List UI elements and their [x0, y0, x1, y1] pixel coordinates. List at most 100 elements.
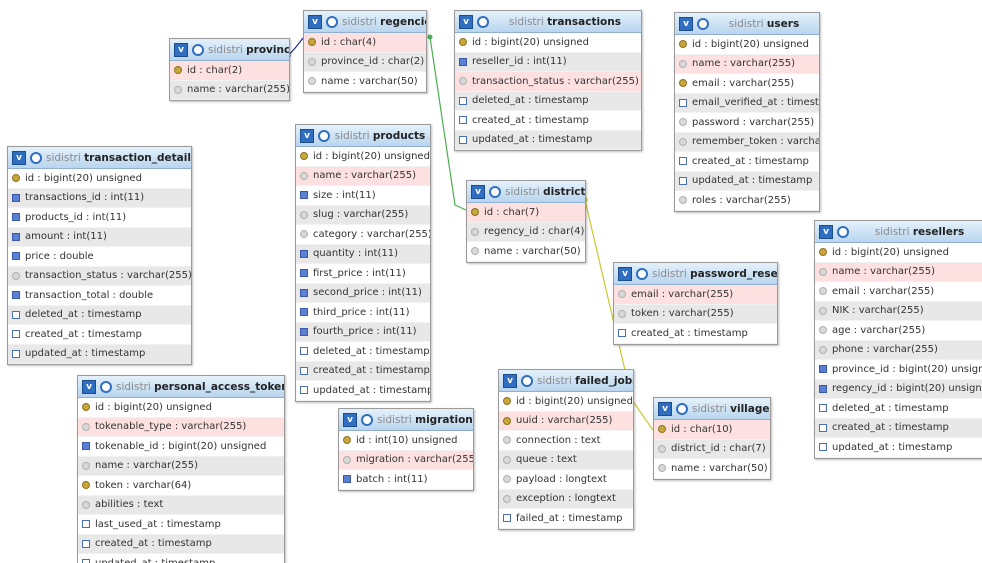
- table-header[interactable]: v sidistri failed_jobs: [499, 370, 633, 392]
- collapse-toggle-icon[interactable]: v: [343, 412, 357, 427]
- table-header[interactable]: v sidistri password_resets: [614, 263, 777, 285]
- table-regencies[interactable]: vsidistri regenciesid : char(4)province_…: [303, 10, 427, 93]
- table-resellers[interactable]: v sidistri resellers id : bigint(20) unsig…: [814, 220, 982, 459]
- field-row[interactable]: payload : longtext: [499, 470, 633, 490]
- field-row[interactable]: name : varchar(50): [467, 242, 585, 262]
- field-row[interactable]: queue : text: [499, 450, 633, 470]
- field-row[interactable]: slug : varchar(255): [296, 205, 430, 225]
- table-options-icon[interactable]: [489, 185, 501, 198]
- table-transactions[interactable]: v sidistri transactions id : bigint(20) un…: [454, 10, 642, 151]
- field-row[interactable]: size : int(11): [296, 186, 430, 206]
- table-header[interactable]: v sidistri provinces: [170, 39, 289, 61]
- field-row[interactable]: id : char(7): [467, 203, 585, 223]
- field-row[interactable]: id : bigint(20) unsigned: [675, 35, 819, 55]
- table-transaction_details[interactable]: v sidistri transaction_details id : bigint…: [7, 146, 192, 365]
- field-row[interactable]: migration : varchar(255): [339, 450, 473, 470]
- field-row[interactable]: transactions_id : int(11): [8, 188, 191, 208]
- field-row[interactable]: province_id : bigint(20) unsigne: [815, 360, 982, 380]
- field-row[interactable]: regency_id : char(4): [467, 222, 585, 242]
- field-row[interactable]: id : bigint(20) unsigned: [815, 243, 982, 263]
- field-row[interactable]: category : varchar(255): [296, 225, 430, 245]
- table-header[interactable]: v sidistri migrations: [339, 409, 473, 431]
- field-row[interactable]: name : varchar(255): [170, 80, 289, 100]
- field-row[interactable]: uuid : varchar(255): [499, 411, 633, 431]
- collapse-toggle-icon[interactable]: v: [300, 128, 314, 143]
- field-row[interactable]: id : bigint(20) unsigned: [8, 169, 191, 189]
- collapse-toggle-icon[interactable]: v: [174, 42, 188, 57]
- field-row[interactable]: fourth_price : int(11): [296, 322, 430, 342]
- field-row[interactable]: id : char(4): [304, 33, 426, 53]
- collapse-toggle-icon[interactable]: v: [679, 16, 693, 31]
- field-row[interactable]: token : varchar(64): [78, 476, 284, 496]
- field-row[interactable]: id : bigint(20) unsigned: [455, 33, 641, 53]
- collapse-toggle-icon[interactable]: v: [308, 14, 322, 29]
- table-password_resets[interactable]: v sidistri password_resetsemail : varchar…: [613, 262, 778, 345]
- field-row[interactable]: created_at : timestamp: [815, 418, 982, 438]
- field-row[interactable]: products_id : int(11): [8, 208, 191, 228]
- field-row[interactable]: id : bigint(20) unsigned: [499, 392, 633, 412]
- field-row[interactable]: created_at : timestamp: [78, 534, 284, 554]
- field-row[interactable]: deleted_at : timestamp: [815, 399, 982, 419]
- table-options-icon[interactable]: [477, 15, 489, 28]
- field-row[interactable]: id : char(10): [654, 420, 770, 440]
- collapse-toggle-icon[interactable]: v: [471, 184, 485, 199]
- table-options-icon[interactable]: [361, 413, 373, 426]
- field-row[interactable]: deleted_at : timestamp: [455, 91, 641, 111]
- field-row[interactable]: email_verified_at : timestamp: [675, 93, 819, 113]
- collapse-toggle-icon[interactable]: v: [503, 373, 517, 388]
- field-row[interactable]: transaction_status : varchar(255): [455, 72, 641, 92]
- table-options-icon[interactable]: [30, 151, 42, 164]
- field-row[interactable]: updated_at : timestamp: [455, 130, 641, 150]
- table-header[interactable]: v sidistri resellers: [815, 221, 982, 243]
- field-row[interactable]: regency_id : bigint(20) unsigned: [815, 379, 982, 399]
- field-row[interactable]: created_at : timestamp: [614, 324, 777, 344]
- field-row[interactable]: name : varchar(255): [296, 166, 430, 186]
- field-row[interactable]: connection : text: [499, 431, 633, 451]
- table-header[interactable]: v sidistri products: [296, 125, 430, 147]
- field-row[interactable]: third_price : int(11): [296, 303, 430, 323]
- table-header[interactable]: v sidistri transaction_details: [8, 147, 191, 169]
- collapse-toggle-icon[interactable]: v: [459, 14, 473, 29]
- field-row[interactable]: email : varchar(255): [614, 285, 777, 305]
- field-row[interactable]: name : varchar(255): [675, 54, 819, 74]
- field-row[interactable]: created_at : timestamp: [8, 325, 191, 345]
- table-options-icon[interactable]: [697, 17, 709, 30]
- table-options-icon[interactable]: [192, 43, 204, 56]
- field-row[interactable]: province_id : char(2): [304, 52, 426, 72]
- field-row[interactable]: updated_at : timestamp: [8, 344, 191, 364]
- table-users[interactable]: v sidistri users id : bigint(20) unsigned n…: [674, 12, 820, 212]
- field-row[interactable]: name : varchar(255): [78, 456, 284, 476]
- field-row[interactable]: age : varchar(255): [815, 321, 982, 341]
- table-villages[interactable]: v sidistri villages id : char(10) district_…: [653, 397, 771, 480]
- table-products[interactable]: v sidistri products id : bigint(20) unsign…: [295, 124, 431, 402]
- field-row[interactable]: created_at : timestamp: [675, 152, 819, 172]
- field-row[interactable]: name : varchar(50): [304, 72, 426, 92]
- field-row[interactable]: NIK : varchar(255): [815, 301, 982, 321]
- table-options-icon[interactable]: [100, 380, 112, 393]
- table-header[interactable]: v sidistri regencies: [304, 11, 426, 33]
- schema-designer-canvas[interactable]: vsidistri provincesid : char(2)name : va…: [0, 0, 982, 563]
- table-options-icon[interactable]: [326, 15, 338, 28]
- collapse-toggle-icon[interactable]: v: [819, 224, 833, 239]
- field-row[interactable]: exception : longtext: [499, 489, 633, 509]
- table-header[interactable]: v sidistri transactions: [455, 11, 641, 33]
- field-row[interactable]: first_price : int(11): [296, 264, 430, 284]
- field-row[interactable]: quantity : int(11): [296, 244, 430, 264]
- field-row[interactable]: remember_token : varchar(100): [675, 132, 819, 152]
- table-header[interactable]: v sidistri users: [675, 13, 819, 35]
- table-options-icon[interactable]: [837, 225, 849, 238]
- field-row[interactable]: password : varchar(255): [675, 113, 819, 133]
- field-row[interactable]: amount : int(11): [8, 227, 191, 247]
- table-options-icon[interactable]: [676, 402, 688, 415]
- field-row[interactable]: transaction_total : double: [8, 286, 191, 306]
- field-row[interactable]: email : varchar(255): [815, 282, 982, 302]
- field-row[interactable]: created_at : timestamp: [296, 361, 430, 381]
- collapse-toggle-icon[interactable]: v: [82, 379, 96, 394]
- field-row[interactable]: updated_at : timestamp: [675, 171, 819, 191]
- field-row[interactable]: batch : int(11): [339, 470, 473, 490]
- table-options-icon[interactable]: [636, 267, 648, 280]
- field-row[interactable]: id : char(2): [170, 61, 289, 81]
- field-row[interactable]: updated_at : timestamp: [296, 381, 430, 401]
- field-row[interactable]: price : double: [8, 247, 191, 267]
- table-migrations[interactable]: v sidistri migrations id : int(10) unsigne…: [338, 408, 474, 491]
